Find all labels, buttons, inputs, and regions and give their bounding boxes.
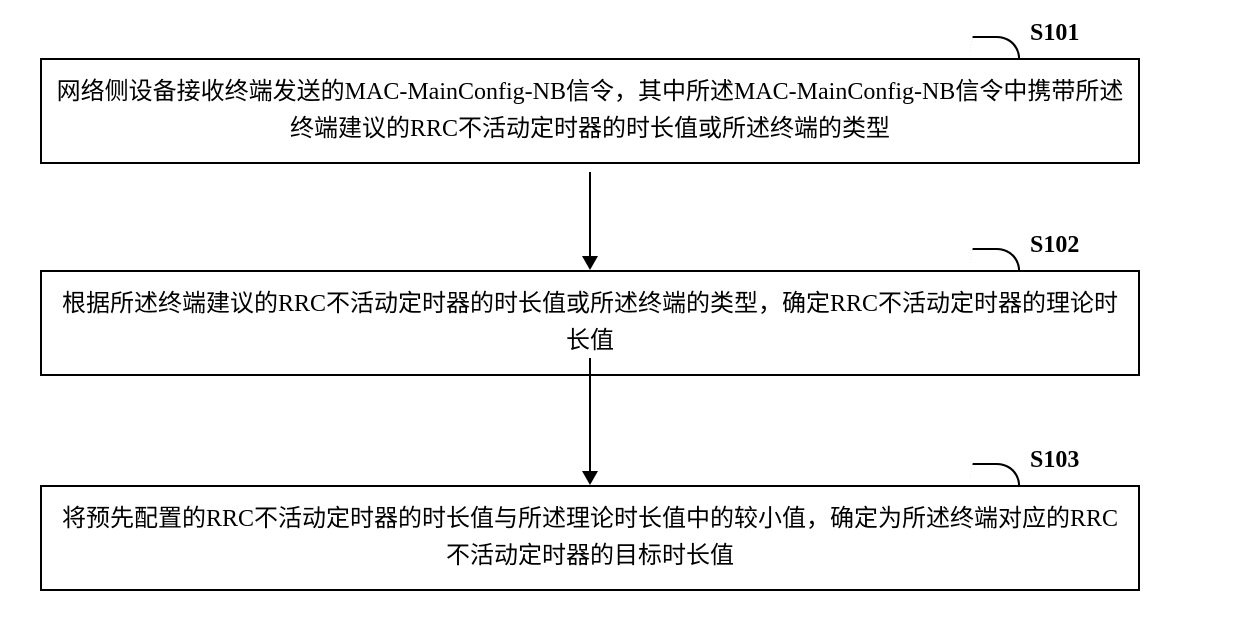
step-id-s103: S103 [1030,447,1079,474]
step-text-s101: 网络侧设备接收终端发送的MAC-MainConfig-NB信令，其中所述MAC-… [57,79,1124,142]
arrow-s102-to-s103 [589,358,591,471]
arrow-s101-to-s102 [589,172,591,256]
arrow-head-icon [582,471,598,485]
arrow-head-icon [582,256,598,270]
step-text-s103: 将预先配置的RRC不活动定时器的时长值与所述理论时长值中的较小值，确定为所述终端… [62,506,1118,569]
flowchart-stage: S101 网络侧设备接收终端发送的MAC-MainConfig-NB信令，其中所… [0,0,1240,638]
step-box-s101: 网络侧设备接收终端发送的MAC-MainConfig-NB信令，其中所述MAC-… [40,58,1140,164]
step-id-s101: S101 [1030,20,1079,47]
step-id-s102: S102 [1030,232,1079,259]
step-text-s102: 根据所述终端建议的RRC不活动定时器的时长值或所述终端的类型，确定RRC不活动定… [62,291,1118,354]
step-box-s103: 将预先配置的RRC不活动定时器的时长值与所述理论时长值中的较小值，确定为所述终端… [40,485,1140,591]
